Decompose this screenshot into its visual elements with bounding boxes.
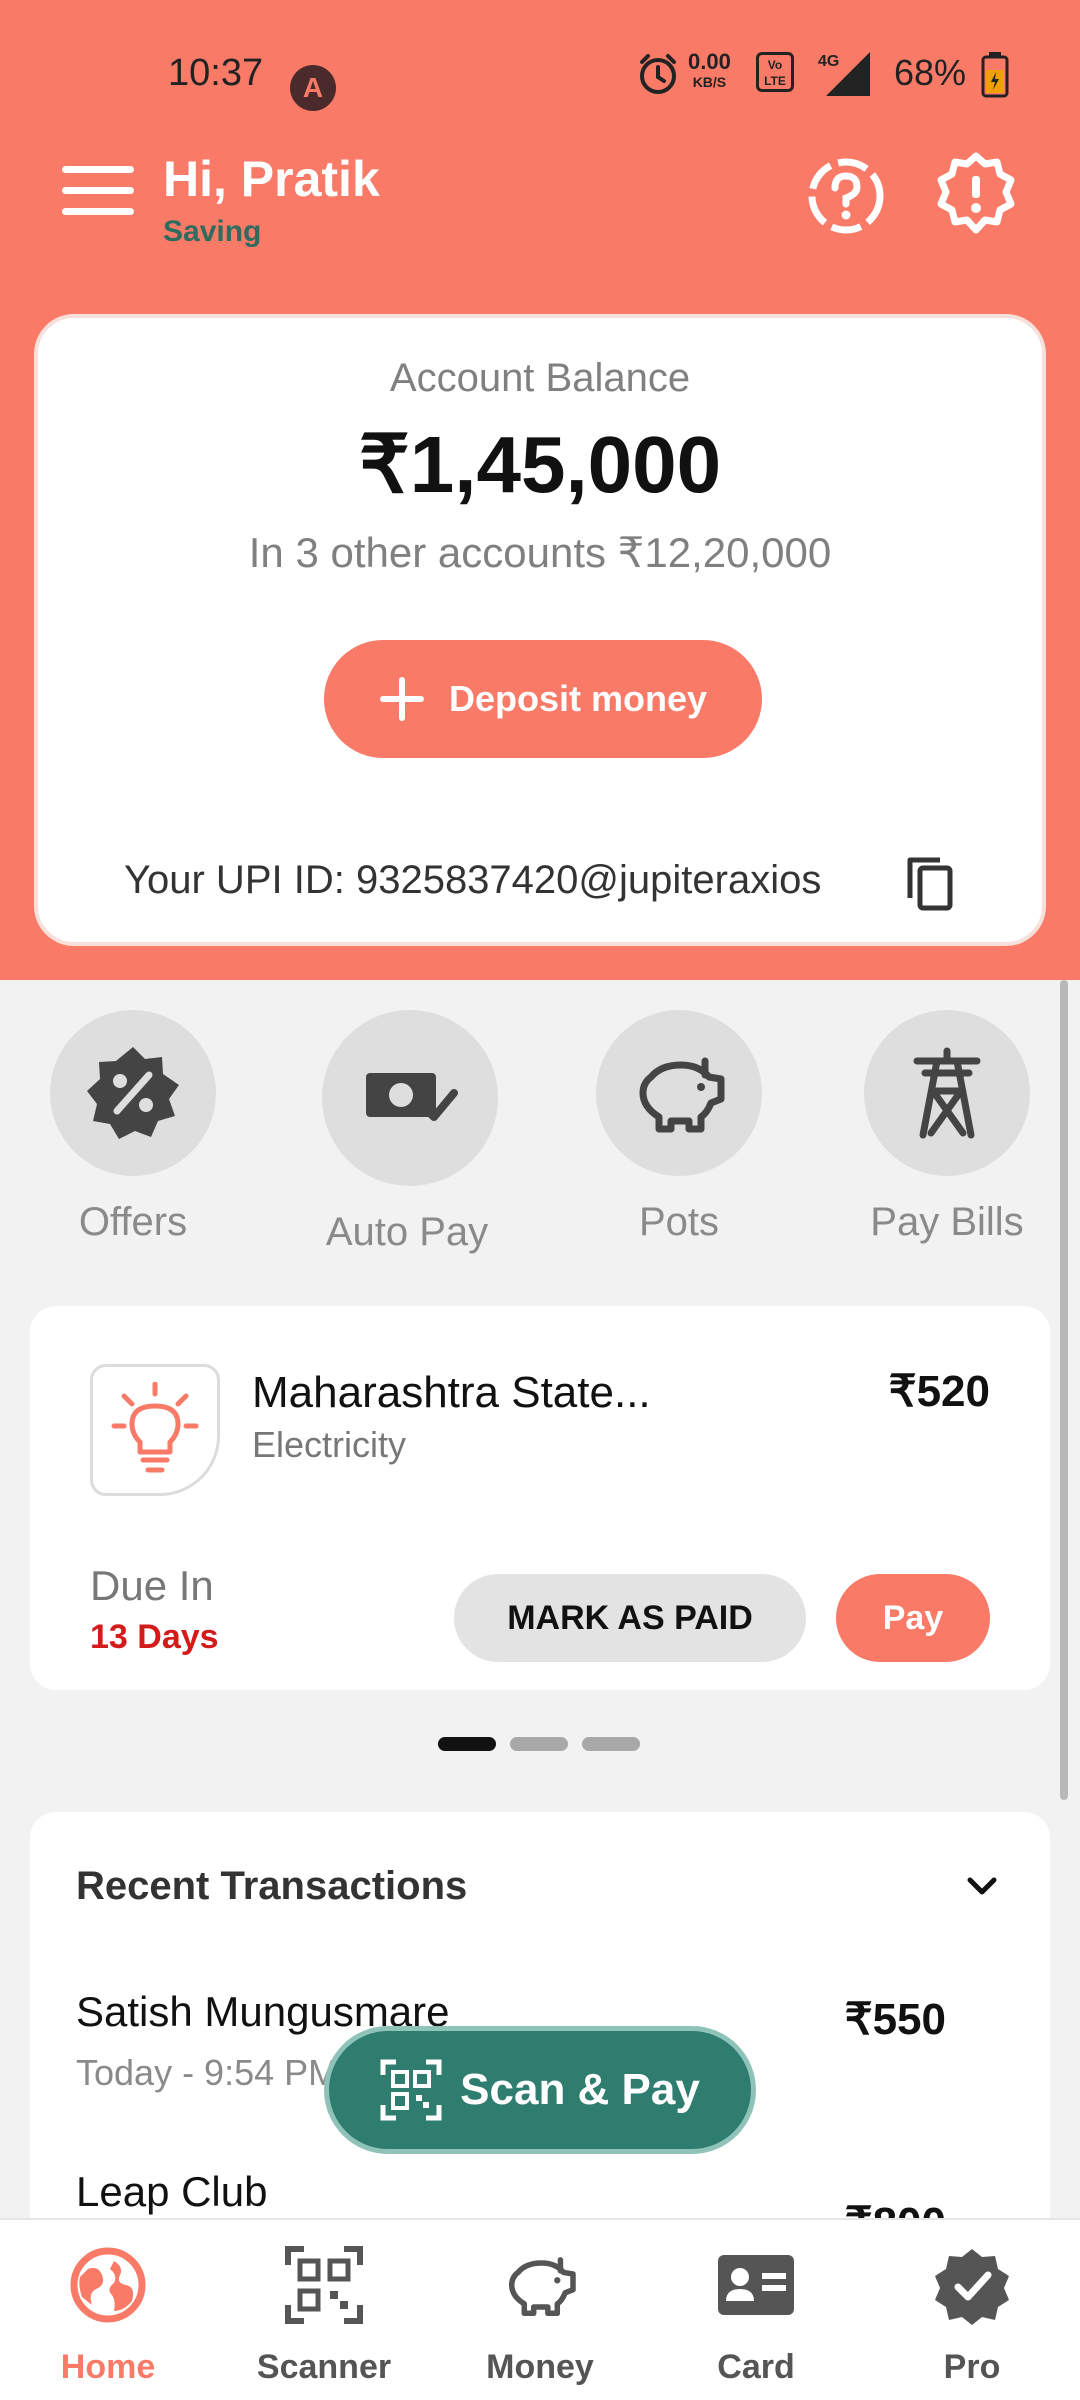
settings-alert-icon[interactable]	[934, 152, 1018, 236]
bill-icon-box	[90, 1364, 220, 1496]
offers-label: Offers	[78, 1200, 188, 1244]
upi-id: Your UPI ID: 9325837420@jupiteraxios	[124, 858, 822, 902]
bill-category: Electricity	[252, 1424, 407, 1465]
greeting-title: Hi, Pratik	[163, 151, 380, 207]
pots-icon-circle	[596, 1010, 762, 1176]
volte-top: Vo	[767, 58, 783, 72]
balance-amount: ₹1,45,000	[358, 420, 722, 509]
nav-card[interactable]: Card	[666, 2240, 846, 2387]
nav-card-icon-wrap	[666, 2240, 846, 2330]
scan-and-pay-label: Scan & Pay	[460, 2065, 700, 2114]
account-balance-card: Account Balance ₹1,45,000 In 3 other acc…	[34, 314, 1046, 946]
nav-pro[interactable]: Pro	[882, 2240, 1062, 2387]
pots-label: Pots	[638, 1200, 720, 1244]
data-speed-value: 0.00	[688, 49, 731, 74]
scrollbar[interactable]	[1060, 980, 1068, 1800]
carousel-dot	[510, 1737, 568, 1751]
network-type: 4G	[818, 53, 839, 70]
transaction-time: Today - 9:54 PM	[76, 2052, 339, 2093]
qr-scanner-icon	[285, 2246, 363, 2324]
deposit-money-button[interactable]: Deposit money	[324, 640, 762, 758]
battery-icon	[981, 52, 1009, 98]
bill-reminder-card[interactable]: Maharashtra State... Electricity ₹520 Du…	[30, 1306, 1050, 1690]
quick-action-pots[interactable]: Pots	[594, 1010, 764, 1245]
nav-scanner[interactable]: Scanner	[234, 2240, 414, 2387]
globe-icon	[70, 2247, 146, 2323]
nav-card-label: Card	[717, 2348, 795, 2386]
auto-pay-label: Auto Pay	[325, 1210, 489, 1254]
id-card-icon	[718, 2255, 794, 2315]
nav-home-label: Home	[60, 2348, 156, 2386]
pay-bills-icon-circle	[864, 1010, 1030, 1176]
pro-badge-icon	[935, 2249, 1009, 2325]
quick-action-pay-bills[interactable]: Pay Bills	[862, 1010, 1032, 1245]
deposit-money-label: Deposit money	[448, 678, 708, 719]
nav-home-icon-wrap	[18, 2240, 198, 2330]
help-icon[interactable]	[806, 156, 886, 236]
signal-icon: 4G	[818, 52, 870, 96]
nav-pro-icon-wrap	[882, 2240, 1062, 2330]
bottom-navigation: Home Scanner Money Card Pro	[0, 2218, 1080, 2400]
auto-pay-icon	[366, 1073, 458, 1121]
electricity-tower-icon	[913, 1047, 981, 1139]
nav-money-icon-wrap	[450, 2240, 630, 2330]
chevron-down-icon[interactable]	[964, 1874, 1000, 1898]
nav-money-label: Money	[486, 2348, 594, 2386]
nav-money[interactable]: Money	[450, 2240, 630, 2387]
recent-transactions-title: Recent Transactions	[76, 1864, 468, 1908]
volte-icon: Vo LTE	[756, 52, 794, 92]
status-time: 10:37	[168, 52, 264, 94]
qr-code-icon	[380, 2059, 442, 2121]
account-type-label: Saving	[163, 215, 262, 248]
piggy-bank-icon	[508, 2257, 576, 2317]
carousel-dot	[438, 1737, 496, 1751]
data-speed-unit: KB/S	[692, 74, 727, 90]
carousel-indicator	[438, 1737, 640, 1751]
status-bar: 10:37 A 0.00 KB/S Vo LTE 4G 68%	[0, 40, 1080, 111]
pay-bill-button[interactable]: Pay	[836, 1574, 990, 1662]
lightbulb-icon	[111, 1382, 199, 1473]
biller-name: Maharashtra State...	[252, 1368, 651, 1417]
due-in-label: Due In	[90, 1562, 214, 1609]
offers-icon-circle	[50, 1010, 216, 1176]
transaction-name[interactable]: Leap Club	[76, 2168, 267, 2216]
plus-icon	[379, 677, 424, 721]
bill-amount: ₹520	[888, 1367, 990, 1416]
nav-scanner-label: Scanner	[256, 2348, 392, 2386]
carousel-dot	[582, 1737, 640, 1751]
battery-percent: 68%	[894, 52, 967, 93]
offer-tag-icon	[87, 1047, 179, 1139]
volte-bottom: LTE	[764, 74, 786, 88]
app-notification-icon: A	[290, 65, 336, 111]
other-accounts-balance[interactable]: In 3 other accounts ₹12,20,000	[38, 528, 1042, 577]
quick-action-offers[interactable]: Offers	[48, 1010, 218, 1245]
nav-scanner-icon-wrap	[234, 2240, 414, 2330]
balance-label: Account Balance	[389, 356, 691, 400]
data-speed: 0.00 KB/S	[688, 49, 731, 92]
mark-as-paid-button[interactable]: MARK AS PAID	[454, 1574, 806, 1662]
alarm-icon	[640, 54, 676, 94]
nav-pro-label: Pro	[943, 2348, 1001, 2386]
copy-icon[interactable]	[902, 854, 958, 914]
nav-home[interactable]: Home	[18, 2240, 198, 2387]
transaction-amount: ₹550	[844, 1995, 946, 2044]
pay-bills-label: Pay Bills	[870, 1200, 1024, 1244]
auto-pay-icon-circle	[322, 1010, 498, 1186]
piggy-bank-icon	[639, 1057, 725, 1133]
scan-and-pay-button[interactable]: Scan & Pay	[324, 2026, 756, 2154]
due-days: 13 Days	[90, 1618, 219, 1656]
menu-icon[interactable]	[62, 166, 134, 222]
quick-action-auto-pay[interactable]: Auto Pay	[322, 1010, 498, 1255]
